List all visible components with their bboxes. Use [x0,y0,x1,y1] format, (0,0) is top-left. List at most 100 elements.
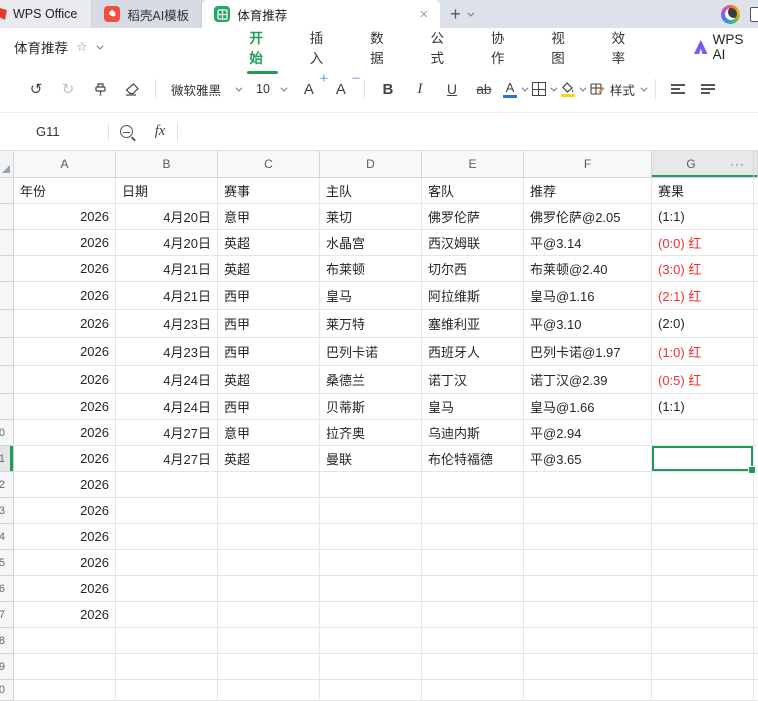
cell-D9[interactable]: 贝蒂斯 [320,394,422,420]
cell-C14[interactable] [218,524,320,550]
row-header-11[interactable]: 11 [0,446,14,472]
cell-F16[interactable] [524,576,652,602]
cell-B10[interactable]: 4月27日 [116,420,218,446]
tab-efficiency[interactable]: 效率 [610,18,640,76]
cell-G7[interactable]: (1:0) 红 [652,338,754,366]
cell-G5[interactable]: (2:1) 红 [652,282,754,310]
cell-F8[interactable]: 诺丁汉@2.39 [524,366,652,394]
cell-C3[interactable]: 英超 [218,230,320,256]
cell-C16[interactable] [218,576,320,602]
cell-G6[interactable]: (2:0) [652,310,754,338]
cell-F2[interactable]: 佛罗伦萨@2.05 [524,204,652,230]
cell-D16[interactable] [320,576,422,602]
zoom-out-icon[interactable] [109,113,143,150]
cell-D7[interactable]: 巴列卡诺 [320,338,422,366]
cell-C20[interactable] [218,680,320,701]
cell-E20[interactable] [422,680,524,701]
eraser-icon[interactable] [119,74,145,104]
tab-view[interactable]: 视图 [549,18,579,76]
cell-G3[interactable]: (0:0) 红 [652,230,754,256]
cell-F17[interactable] [524,602,652,628]
cell-D1[interactable]: 主队 [320,178,422,204]
font-name-select[interactable]: 微软雅黑 [165,80,246,99]
row-header-5[interactable] [0,282,14,310]
format-painter-icon[interactable] [87,74,113,104]
cell-G18[interactable] [652,628,754,654]
cell-D11[interactable]: 曼联 [320,446,422,472]
cell-D18[interactable] [320,628,422,654]
tab-daoke-ai-template[interactable]: 稻壳AI模板 [92,0,203,28]
cell-B7[interactable]: 4月23日 [116,338,218,366]
cell-D5[interactable]: 皇马 [320,282,422,310]
cell-D14[interactable] [320,524,422,550]
cell-B14[interactable] [116,524,218,550]
strikethrough-button[interactable]: ab [471,74,497,104]
cell-E19[interactable] [422,654,524,680]
cell-D19[interactable] [320,654,422,680]
cell-B17[interactable] [116,602,218,628]
cell-F9[interactable]: 皇马@1.66 [524,394,652,420]
tab-data[interactable]: 数据 [368,18,398,76]
cell-G20[interactable] [652,680,754,701]
row-header-4[interactable] [0,256,14,282]
cell-G2[interactable]: (1:1) [652,204,754,230]
cell-F15[interactable] [524,550,652,576]
cell-E15[interactable] [422,550,524,576]
cell-D13[interactable] [320,498,422,524]
tab-insert[interactable]: 插入 [308,18,338,76]
user-avatar[interactable] [721,4,740,24]
undo-button[interactable]: ↺ [23,74,49,104]
cell-A6[interactable]: 2026 [14,310,116,338]
cell-D20[interactable] [320,680,422,701]
row-header-12[interactable]: 12 [0,472,14,498]
cell-G12[interactable] [652,472,754,498]
cell-F20[interactable] [524,680,652,701]
cell-F19[interactable] [524,654,652,680]
title-menu-chevron-icon[interactable] [96,42,104,50]
tab-collaborate[interactable]: 协作 [489,18,519,76]
window-control-icon[interactable] [750,6,758,22]
cell-A8[interactable]: 2026 [14,366,116,394]
cell-B1[interactable]: 日期 [116,178,218,204]
cell-E13[interactable] [422,498,524,524]
cell-C19[interactable] [218,654,320,680]
cell-F13[interactable] [524,498,652,524]
cell-A19[interactable] [14,654,116,680]
cell-A4[interactable]: 2026 [14,256,116,282]
cell-C7[interactable]: 西甲 [218,338,320,366]
tab-list-chevron-icon[interactable] [467,9,475,17]
cell-F7[interactable]: 巴列卡诺@1.97 [524,338,652,366]
cell-C8[interactable]: 英超 [218,366,320,394]
tab-wps-ai[interactable]: WPS AI [693,32,758,62]
formula-input[interactable] [178,113,758,150]
column-header-B[interactable]: B [116,151,218,177]
cell-C11[interactable]: 英超 [218,446,320,472]
row-header-18[interactable]: 18 [0,628,14,654]
row-header-10[interactable]: 10 [0,420,14,446]
cell-D10[interactable]: 拉齐奥 [320,420,422,446]
cell-A9[interactable]: 2026 [14,394,116,420]
cell-C15[interactable] [218,550,320,576]
cell-D6[interactable]: 莱万特 [320,310,422,338]
cell-G19[interactable] [652,654,754,680]
cell-A18[interactable] [14,628,116,654]
cell-A15[interactable]: 2026 [14,550,116,576]
row-header-9[interactable] [0,394,14,420]
column-header-D[interactable]: D [320,151,422,177]
row-header-1[interactable] [0,178,14,204]
cell-B2[interactable]: 4月20日 [116,204,218,230]
column-header-E[interactable]: E [422,151,524,177]
column-header-F[interactable]: F [524,151,652,177]
cell-F4[interactable]: 布莱顿@2.40 [524,256,652,282]
row-header-13[interactable]: 13 [0,498,14,524]
cell-F3[interactable]: 平@3.14 [524,230,652,256]
cell-A17[interactable]: 2026 [14,602,116,628]
cell-E6[interactable]: 塞维利亚 [422,310,524,338]
cell-E8[interactable]: 诺丁汉 [422,366,524,394]
cell-G4[interactable]: (3:0) 红 [652,256,754,282]
cell-B8[interactable]: 4月24日 [116,366,218,394]
cell-E14[interactable] [422,524,524,550]
row-header-6[interactable] [0,310,14,338]
cell-C13[interactable] [218,498,320,524]
tab-formula[interactable]: 公式 [428,18,458,76]
